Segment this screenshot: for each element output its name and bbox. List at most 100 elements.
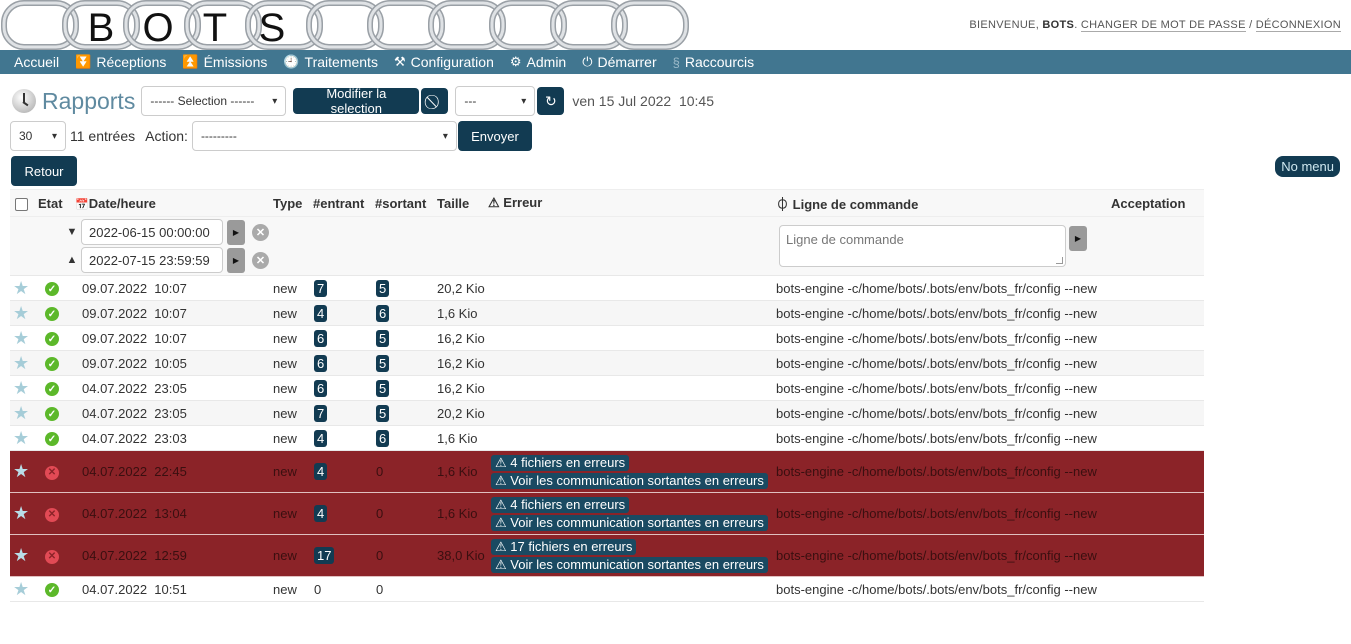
table-row[interactable]: ★ ✓ 09.07.2022 10:07 new 6 5 16,2 Kio bo… bbox=[10, 326, 1204, 351]
header-datetime[interactable]: 📅Date/heure bbox=[75, 190, 273, 217]
row-datetime[interactable]: 04.07.2022 22:45 bbox=[75, 451, 273, 493]
row-type: new bbox=[273, 380, 297, 396]
error-link[interactable]: ⚠ 4 fichiers en erreurs bbox=[491, 496, 630, 513]
star-icon[interactable]: ★ bbox=[13, 328, 29, 348]
row-datetime[interactable]: 04.07.2022 10:51 bbox=[75, 577, 273, 602]
nav-raccourcis[interactable]: § Raccourcis bbox=[673, 54, 754, 70]
star-icon[interactable]: ★ bbox=[13, 579, 29, 599]
error-link[interactable]: ⚠ Voir les communication sortantes en er… bbox=[491, 472, 768, 489]
outgoing-badge[interactable]: 5 bbox=[376, 279, 390, 297]
nav-traitements[interactable]: 🕘 Traitements bbox=[283, 54, 378, 70]
nav-accueil[interactable]: Accueil bbox=[14, 54, 59, 70]
selection-select[interactable]: ------ Selection ------ ▾ bbox=[141, 86, 287, 116]
table-row[interactable]: ★ ✕ 04.07.2022 22:45 new 4 0 1,6 Kio ⚠ 4… bbox=[10, 450, 1204, 493]
row-datetime[interactable]: 04.07.2022 23:03 bbox=[75, 426, 273, 451]
change-password-link[interactable]: CHANGER DE MOT DE PASSE bbox=[1080, 19, 1246, 32]
star-icon[interactable]: ★ bbox=[13, 403, 29, 423]
incoming-badge[interactable]: 6 bbox=[314, 354, 328, 372]
header-error[interactable]: ⚠ Erreur bbox=[488, 190, 776, 217]
incoming-badge[interactable]: 6 bbox=[314, 329, 328, 347]
error-link[interactable]: ⚠ 4 fichiers en erreurs bbox=[491, 454, 630, 471]
apply-command-filter-button[interactable]: ▶ bbox=[1069, 226, 1087, 251]
outgoing-badge[interactable]: 5 bbox=[376, 379, 390, 397]
header-acceptance[interactable]: Acceptation bbox=[1111, 190, 1204, 217]
header-command[interactable]: ⏀ Ligne de commande bbox=[776, 190, 1111, 217]
header-size[interactable]: Taille bbox=[437, 190, 488, 217]
incoming-badge[interactable]: 17 bbox=[314, 547, 335, 564]
table-row[interactable]: ★ ✕ 04.07.2022 12:59 new 17 0 38,0 Kio ⚠… bbox=[10, 534, 1204, 577]
row-datetime[interactable]: 09.07.2022 10:07 bbox=[75, 326, 273, 351]
nav-receptions[interactable]: ⏬ Réceptions bbox=[75, 54, 166, 70]
action-select[interactable]: --------- ▾ bbox=[191, 121, 457, 151]
star-icon[interactable]: ★ bbox=[13, 378, 29, 398]
row-datetime[interactable]: 04.07.2022 23:05 bbox=[75, 376, 273, 401]
table-row[interactable]: ★ ✓ 09.07.2022 10:05 new 6 5 16,2 Kio bo… bbox=[10, 350, 1204, 376]
table-row[interactable]: ★ ✓ 04.07.2022 10:51 new 0 0 bots-engine… bbox=[10, 577, 1204, 602]
header-type[interactable]: Type bbox=[273, 190, 313, 217]
clock-icon: 🕘 bbox=[283, 54, 300, 69]
no-menu-button[interactable]: No menu bbox=[1275, 156, 1340, 177]
incoming-badge[interactable]: 4 bbox=[314, 463, 328, 480]
row-datetime[interactable]: 04.07.2022 12:59 bbox=[75, 535, 273, 577]
outgoing-badge[interactable]: 5 bbox=[376, 404, 390, 422]
incoming-badge[interactable]: 4 bbox=[314, 505, 328, 522]
page-size-select[interactable]: 30 ▾ bbox=[10, 121, 66, 151]
row-datetime[interactable]: 09.07.2022 10:07 bbox=[75, 276, 273, 301]
header-select-all[interactable] bbox=[10, 190, 38, 217]
star-icon[interactable]: ★ bbox=[13, 353, 29, 373]
incoming-badge[interactable]: 4 bbox=[314, 304, 328, 322]
clear-date-to-icon[interactable]: ✕ bbox=[252, 251, 269, 269]
incoming-badge[interactable]: 6 bbox=[314, 379, 328, 397]
table-row[interactable]: ★ ✓ 04.07.2022 23:05 new 6 5 16,2 Kio bo… bbox=[10, 376, 1204, 401]
chevron-down-icon: ▾ bbox=[272, 95, 278, 107]
header-incoming[interactable]: #entrant bbox=[313, 190, 375, 217]
row-datetime[interactable]: 09.07.2022 10:05 bbox=[75, 351, 273, 376]
back-button[interactable]: Retour bbox=[11, 156, 77, 186]
star-icon[interactable]: ★ bbox=[13, 428, 29, 448]
star-icon[interactable]: ★ bbox=[13, 461, 29, 481]
outgoing-badge[interactable]: 5 bbox=[376, 329, 390, 347]
error-link[interactable]: ⚠ Voir les communication sortantes en er… bbox=[491, 514, 768, 531]
table-row[interactable]: ★ ✕ 04.07.2022 13:04 new 4 0 1,6 Kio ⚠ 4… bbox=[10, 492, 1204, 535]
clear-date-from-icon[interactable]: ✕ bbox=[252, 223, 269, 241]
send-button[interactable]: Envoyer bbox=[457, 121, 532, 151]
header-etat[interactable]: Etat bbox=[38, 190, 75, 217]
nav-admin[interactable]: ⚙ Admin bbox=[510, 54, 566, 70]
error-link[interactable]: ⚠ Voir les communication sortantes en er… bbox=[491, 556, 768, 573]
select-all-checkbox[interactable] bbox=[15, 197, 28, 211]
nav-demarrer[interactable]: ⏻ Démarrer bbox=[582, 54, 656, 70]
date-from-input[interactable]: 2022-06-15 00:00:00 bbox=[81, 219, 223, 245]
modify-selection-button[interactable]: Modifier la selection bbox=[293, 86, 420, 116]
incoming-badge[interactable]: 7 bbox=[314, 404, 328, 422]
star-icon[interactable]: ★ bbox=[13, 545, 29, 565]
refresh-button[interactable]: ↻ bbox=[537, 87, 565, 115]
bots-logo[interactable]: BOTS bbox=[0, 0, 690, 50]
table-row[interactable]: ★ ✓ 09.07.2022 10:07 new 7 5 20,2 Kio bo… bbox=[10, 276, 1204, 301]
incoming-badge[interactable]: 4 bbox=[314, 429, 328, 447]
star-icon[interactable]: ★ bbox=[13, 278, 29, 298]
star-icon[interactable]: ★ bbox=[13, 503, 29, 523]
incoming-badge[interactable]: 7 bbox=[314, 279, 328, 297]
table-row[interactable]: ★ ✓ 04.07.2022 23:03 new 4 6 1,6 Kio bot… bbox=[10, 426, 1204, 451]
star-icon[interactable]: ★ bbox=[13, 303, 29, 323]
header-outgoing[interactable]: #sortant bbox=[375, 190, 437, 217]
apply-date-to-button[interactable]: ▶ bbox=[227, 247, 245, 273]
outgoing-badge[interactable]: 5 bbox=[376, 354, 390, 372]
table-row[interactable]: ★ ✓ 09.07.2022 10:07 new 4 6 1,6 Kio bot… bbox=[10, 300, 1204, 326]
logout-link[interactable]: DÉCONNEXION bbox=[1255, 19, 1341, 32]
outgoing-badge[interactable]: 6 bbox=[376, 429, 390, 447]
header: BOTS BIENVENUE, BOTS. CHANGER DE MOT DE … bbox=[0, 0, 1351, 50]
row-datetime[interactable]: 04.07.2022 13:04 bbox=[75, 493, 273, 535]
date-to-input[interactable]: 2022-07-15 23:59:59 bbox=[81, 247, 223, 273]
outgoing-badge[interactable]: 6 bbox=[376, 304, 390, 322]
nav-configuration[interactable]: ⚒ Configuration bbox=[394, 54, 494, 70]
error-link[interactable]: ⚠ 17 fichiers en erreurs bbox=[491, 538, 637, 555]
table-row[interactable]: ★ ✓ 04.07.2022 23:05 new 7 5 20,2 Kio bo… bbox=[10, 400, 1204, 426]
row-datetime[interactable]: 09.07.2022 10:07 bbox=[75, 301, 273, 326]
command-filter-input[interactable]: Ligne de commande bbox=[779, 225, 1066, 267]
clear-selection-button[interactable]: ⃠ bbox=[421, 88, 449, 114]
period-select[interactable]: --- ▾ bbox=[455, 86, 536, 116]
nav-emissions[interactable]: ⏫ Émissions bbox=[182, 54, 267, 70]
row-datetime[interactable]: 04.07.2022 23:05 bbox=[75, 401, 273, 426]
apply-date-from-button[interactable]: ▶ bbox=[227, 219, 245, 245]
